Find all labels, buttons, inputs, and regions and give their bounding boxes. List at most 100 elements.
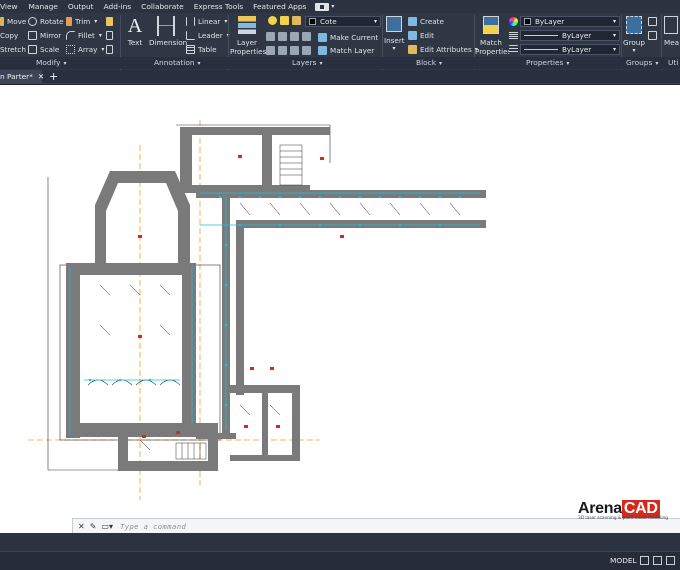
linetype-dropdown[interactable]: ByLayer ▾ [520,44,620,55]
wrench-icon[interactable]: ✎ [90,522,97,531]
linear-icon [186,17,195,26]
fillet-button[interactable]: Fillet [78,31,95,40]
chevron-down-icon[interactable]: ▾ [331,3,334,10]
panel-title-properties[interactable]: Properties ▾ [526,58,569,67]
menu-express-tools[interactable]: Express Tools [194,2,250,11]
layer-tool-icon[interactable] [302,46,311,55]
rotate-icon [28,17,37,26]
drawing-canvas[interactable] [0,85,680,533]
move-button[interactable]: Move [7,17,26,26]
menu-manage[interactable]: Manage [29,2,65,11]
sun-icon[interactable] [280,16,289,25]
edit-block-button[interactable]: Edit [420,31,434,40]
rotate-button[interactable]: Rotate [40,17,64,26]
insert-button[interactable]: Insert ▾ [384,16,405,52]
menu-bar: View Manage Output Add-ins Collaborate E… [0,0,680,13]
layer-properties-button[interactable]: Layer Properties [230,16,266,56]
close-icon[interactable]: ✕ [38,72,44,81]
panel-title-groups[interactable]: Groups ▾ [626,58,658,67]
text-button[interactable]: A Text [126,16,144,47]
dimension-marks [69,192,480,435]
erase-icon[interactable] [106,31,113,40]
chevron-down-icon[interactable]: ▾ [99,32,102,39]
match-properties-button[interactable]: Match Properties [475,16,511,56]
arenacad-logo: Arena CAD 3D laser scanning & point cloud… [578,500,669,521]
measure-button[interactable]: Mea [664,16,680,47]
workspace-icon[interactable] [315,2,330,11]
match-layer-button[interactable]: Match Layer [330,46,374,55]
line-sample [524,35,558,36]
model-space-toggle[interactable]: MODEL [610,556,637,565]
layer-state-icons [268,16,304,25]
chevron-down-icon[interactable]: ▾ [224,18,227,25]
group-button[interactable]: Group ▾ [622,16,646,54]
chevron-down-icon[interactable]: ▾ [101,46,104,53]
mirror-button[interactable]: Mirror [40,31,61,40]
linetype-icon [509,45,518,54]
bulb-icon[interactable] [268,16,277,25]
layer-tool-icon[interactable] [278,32,287,41]
layer-tool-icon[interactable] [278,46,287,55]
linear-button[interactable]: Linear [198,17,220,26]
trim-button[interactable]: Trim [75,17,90,26]
chevron-down-icon: ▾ [612,32,616,39]
chevron-down-icon[interactable]: ▾ [94,18,97,25]
measure-icon [664,16,678,34]
close-icon[interactable]: ✕ [78,522,85,531]
layer-color-swatch [309,18,316,25]
layer-tool-icon[interactable] [290,46,299,55]
document-tab[interactable]: n Parter* ✕ [0,70,44,84]
status-bar: MODEL [0,551,680,570]
panel-title-modify[interactable]: Modify ▾ [36,58,67,67]
make-current-button[interactable]: Make Current [330,33,378,42]
array-button[interactable]: Array [78,45,97,54]
panel-title-annotation[interactable]: Annotation ▾ [154,58,201,67]
ungroup-icon[interactable] [648,17,657,26]
menu-addins[interactable]: Add-ins [104,2,139,11]
trim-icon [66,17,72,26]
insert-block-icon [386,16,402,32]
leader-button[interactable]: Leader [198,31,223,40]
panel-title-layers[interactable]: Layers ▾ [292,58,322,67]
group-edit-icon[interactable] [648,31,657,40]
explode-icon[interactable] [106,45,113,54]
grid-icon[interactable] [640,556,649,565]
walls [66,127,486,471]
lineweight-dropdown[interactable]: ByLayer ▾ [520,30,620,41]
copy-button[interactable]: Copy [0,31,18,40]
layer-tool-icon[interactable] [290,32,299,41]
layer-tools-row-1 [266,32,314,41]
dimension-button[interactable]: Dimension [149,16,187,47]
lock-icon[interactable] [292,16,301,25]
scale-button[interactable]: Scale [40,45,59,54]
color-dropdown[interactable]: ByLayer ▾ [520,16,620,27]
edit-attributes-icon [408,45,417,54]
layer-tool-icon[interactable] [302,32,311,41]
menu-collaborate[interactable]: Collaborate [141,2,191,11]
array-icon [66,45,75,54]
command-history-icon[interactable]: ▭▾ [101,522,113,531]
layer-stack-icon [238,16,256,34]
layer-tool-icon[interactable] [266,46,275,55]
create-block-button[interactable]: Create [420,17,444,26]
panel-title-utilities[interactable]: Uti [668,58,678,67]
menu-view[interactable]: View [0,2,25,11]
stretch-button[interactable]: Stretch [0,45,26,54]
ortho-icon[interactable] [666,556,675,565]
color-swatch [524,18,531,25]
snap-icon[interactable] [653,556,662,565]
layer-dropdown[interactable]: Cote ▾ [305,16,381,27]
chevron-down-icon: ▾ [612,46,616,53]
menu-featured-apps[interactable]: Featured Apps [253,2,313,11]
scale-icon [28,45,37,54]
pencil-icon[interactable] [106,17,113,26]
layer-tool-icon[interactable] [266,32,275,41]
command-input[interactable]: Type a command [120,522,186,531]
new-tab-icon[interactable]: + [49,70,58,84]
match-layer-icon [318,46,327,55]
menu-output[interactable]: Output [68,2,101,11]
table-button[interactable]: Table [198,45,217,54]
chevron-down-icon: ▾ [612,18,616,25]
panel-title-block[interactable]: Block ▾ [416,58,442,67]
edit-attributes-button[interactable]: Edit Attributes [420,45,472,54]
